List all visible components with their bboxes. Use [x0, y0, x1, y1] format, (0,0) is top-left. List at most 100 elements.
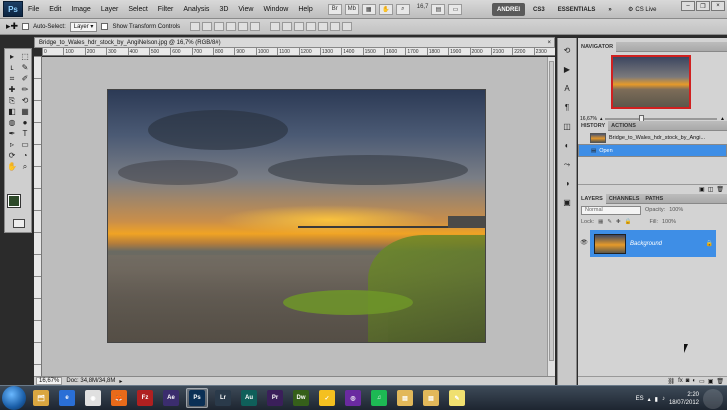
taskbar-after-effects[interactable]: Ae — [160, 388, 182, 408]
new-snapshot-icon[interactable]: ◫ — [708, 186, 714, 193]
cs-live-button[interactable]: ⚙ CS Live — [628, 3, 656, 16]
align-hcenter-icon[interactable] — [238, 22, 249, 31]
masks-icon[interactable]: ▣ — [561, 198, 573, 209]
lock-transparent-icon[interactable]: ▦ — [598, 219, 603, 225]
shape-icon[interactable]: ▭ — [19, 140, 31, 150]
layer-name[interactable]: Background — [630, 241, 662, 247]
3d-camera-icon[interactable]: ◔ — [19, 151, 31, 161]
actions-icon[interactable]: ▶ — [561, 65, 573, 76]
dodge-icon[interactable]: ● — [19, 118, 31, 128]
lasso-icon[interactable]: ʟ — [6, 63, 18, 73]
taskbar-audition[interactable]: Au — [238, 388, 260, 408]
eye-icon[interactable]: 👁 — [578, 230, 590, 257]
paragraph-icon[interactable]: ¶ — [561, 103, 573, 114]
lock-position-icon[interactable]: ✚ — [616, 219, 621, 225]
link-layers-icon[interactable]: ⛓ — [667, 378, 675, 385]
healing-icon[interactable]: ✚ — [6, 85, 18, 95]
zoom-level[interactable]: 16,7 — [417, 4, 429, 15]
history-brush-source-icon[interactable]: ▤ — [591, 148, 596, 154]
taskbar-photoshop[interactable]: Ps — [186, 388, 208, 408]
align-bottom-icon[interactable] — [214, 22, 225, 31]
path-select-icon[interactable]: ▹ — [6, 140, 18, 150]
menu-file[interactable]: File — [23, 6, 44, 13]
menu-analysis[interactable]: Analysis — [178, 6, 214, 13]
show-transform-checkbox[interactable] — [101, 23, 109, 30]
status-arrow-icon[interactable]: ▸ — [119, 378, 122, 385]
add-mask-icon[interactable]: ◙ — [686, 378, 690, 384]
tab-history[interactable]: HISTORY — [578, 120, 609, 131]
3d-rotate-icon[interactable]: ⟳ — [6, 151, 18, 161]
align-right-icon[interactable] — [250, 22, 261, 31]
workspace-button[interactable]: CS3 — [528, 3, 550, 16]
menu-view[interactable]: View — [233, 6, 258, 13]
workspace-button[interactable]: ESSENTIALS — [553, 3, 601, 16]
zoom-icon[interactable]: ⌕ — [19, 162, 31, 172]
new-document-icon[interactable]: ▣ — [699, 186, 705, 193]
align-top-icon[interactable] — [190, 22, 201, 31]
lock-image-icon[interactable]: ✎ — [607, 219, 612, 225]
distribute-left-icon[interactable] — [306, 22, 317, 31]
auto-align-icon[interactable] — [342, 22, 353, 31]
align-left-icon[interactable] — [226, 22, 237, 31]
channels-icon[interactable]: ◐ — [561, 141, 573, 152]
document-image[interactable] — [107, 89, 486, 343]
new-layer-icon[interactable]: ▣ — [708, 378, 714, 385]
screen-mode-icon[interactable]: ▭ — [448, 3, 463, 15]
taskbar-lightroom[interactable]: Lr — [212, 388, 234, 408]
delete-layer-icon[interactable]: 🗑 — [716, 378, 724, 385]
extras-icon[interactable]: ▦ — [361, 3, 376, 15]
move-icon[interactable]: ▸ — [6, 52, 18, 62]
layer-style-icon[interactable]: fx — [678, 378, 683, 384]
paths-icon[interactable]: ⤳ — [561, 160, 573, 171]
workspace-button[interactable]: » — [603, 3, 616, 16]
trash-icon[interactable]: 🗑 — [716, 186, 724, 193]
tab-channels[interactable]: CHANNELS — [606, 194, 643, 204]
tray-arrow-icon[interactable]: ▴ — [648, 396, 651, 403]
menu-image[interactable]: Image — [66, 6, 95, 13]
crop-icon[interactable]: ⌗ — [6, 74, 18, 84]
menu-layer[interactable]: Layer — [96, 6, 124, 13]
gradient-icon[interactable]: ▦ — [19, 107, 31, 117]
taskbar-filezilla[interactable]: Fz — [134, 388, 156, 408]
minimize-icon[interactable]: – — [681, 1, 695, 11]
network-icon[interactable]: ▮ — [655, 396, 658, 403]
layers-icon[interactable]: ◫ — [561, 122, 573, 133]
navigator-thumbnail[interactable] — [611, 55, 691, 109]
type-icon[interactable]: T — [19, 129, 31, 139]
history-icon[interactable]: ⟲ — [561, 46, 573, 57]
vertical-ruler[interactable] — [34, 56, 42, 376]
scrollbar-thumb[interactable] — [549, 61, 554, 361]
bridge-icon[interactable]: Br — [327, 3, 342, 15]
restore-icon[interactable]: ❐ — [696, 1, 710, 11]
taskbar-premiere[interactable]: Pr — [264, 388, 286, 408]
start-button[interactable] — [2, 386, 26, 410]
brush-icon[interactable]: ✏ — [19, 85, 31, 95]
menu-help[interactable]: Help — [293, 6, 317, 13]
distribute-top-icon[interactable] — [270, 22, 281, 31]
menu-edit[interactable]: Edit — [44, 6, 66, 13]
eraser-icon[interactable]: ◧ — [6, 107, 18, 117]
tab-navigator[interactable]: NAVIGATOR — [578, 41, 617, 52]
taskbar-windows-explorer[interactable]: 🗂 — [30, 388, 52, 408]
taskbar-folder[interactable]: ▤ — [420, 388, 442, 408]
minibridge-icon[interactable]: Mb — [344, 3, 359, 15]
distribute-vcenter-icon[interactable] — [282, 22, 293, 31]
close-icon[interactable]: × — [711, 1, 725, 11]
workspace-button[interactable]: ANDREI — [492, 3, 526, 16]
move-tool-preset-icon[interactable]: ▸✚ — [6, 21, 18, 32]
taskbar-norton[interactable]: ✓ — [316, 388, 338, 408]
hand-tool-icon[interactable]: ✋ — [378, 3, 393, 15]
horizontal-ruler[interactable]: 0 100 200 300 400 500 600 700 800 900 1000 1100 1200… — [42, 48, 555, 56]
close-document-icon[interactable]: × — [547, 40, 551, 46]
language-indicator[interactable]: ES — [636, 396, 644, 402]
distribute-bottom-icon[interactable] — [294, 22, 305, 31]
hand-icon[interactable]: ✋ — [6, 162, 18, 172]
menu-3d[interactable]: 3D — [214, 6, 233, 13]
distribute-hcenter-icon[interactable] — [318, 22, 329, 31]
history-brush-icon[interactable]: ⟲ — [19, 96, 31, 106]
taskbar-chrome[interactable]: ◉ — [82, 388, 104, 408]
fill-value[interactable]: 100% — [662, 219, 676, 225]
align-vcenter-icon[interactable] — [202, 22, 213, 31]
blur-icon[interactable]: ◍ — [6, 118, 18, 128]
layer-row-background[interactable]: 👁 Background 🔒 — [578, 230, 716, 257]
